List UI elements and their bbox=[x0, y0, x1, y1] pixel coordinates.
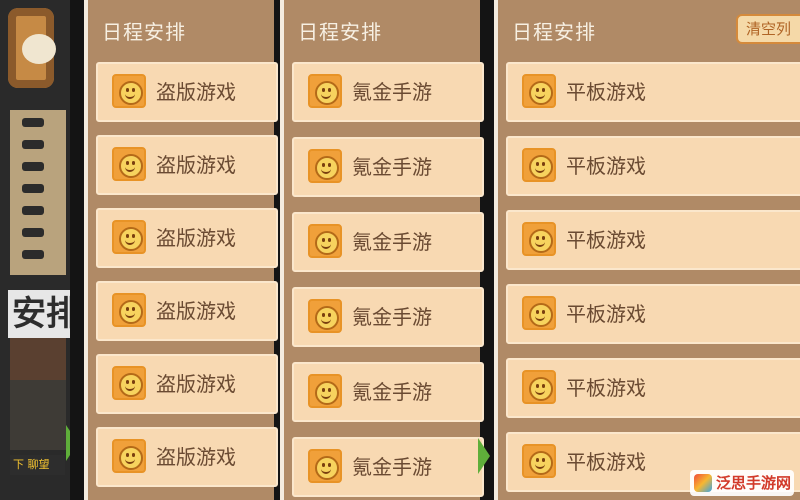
smiley-face-icon bbox=[308, 299, 342, 333]
schedule-entry[interactable]: 盗版游戏 bbox=[96, 135, 278, 195]
schedule-entry[interactable]: 平板游戏 bbox=[506, 210, 800, 270]
smiley-face-icon bbox=[112, 220, 146, 254]
entry-label: 平板游戏 bbox=[566, 80, 646, 104]
schedule-entry[interactable]: 氪金手游 bbox=[292, 137, 484, 197]
entry-label: 氪金手游 bbox=[352, 80, 432, 104]
smiley-face-icon bbox=[522, 222, 556, 256]
entry-label: 盗版游戏 bbox=[156, 372, 236, 396]
panel-title: 日程安排 bbox=[298, 20, 382, 44]
entry-label: 平板游戏 bbox=[566, 228, 646, 252]
site-watermark: 泛思手游网 bbox=[690, 470, 794, 496]
schedule-entry[interactable]: 氪金手游 bbox=[292, 62, 484, 122]
watermark-text: 泛思手游网 bbox=[716, 474, 792, 492]
smiley-face-icon bbox=[112, 366, 146, 400]
panel-title: 日程安排 bbox=[102, 20, 186, 44]
smiley-face-icon bbox=[522, 444, 556, 478]
smiley-face-icon bbox=[522, 74, 556, 108]
schedule-entry[interactable]: 平板游戏 bbox=[506, 62, 800, 122]
schedule-panel-2: 日程安排 氪金手游 氪金手游 氪金手游 氪金手游 氪金手游 氪金手游 bbox=[280, 0, 484, 500]
schedule-entry[interactable]: 平板游戏 bbox=[506, 358, 800, 418]
green-arrow-icon[interactable] bbox=[66, 425, 70, 461]
entry-label: 平板游戏 bbox=[566, 154, 646, 178]
schedule-entry[interactable]: 盗版游戏 bbox=[96, 208, 278, 268]
left-game-scene: 安排 下 聊望 bbox=[0, 0, 70, 500]
entry-label: 平板游戏 bbox=[566, 450, 646, 474]
entry-label: 盗版游戏 bbox=[156, 299, 236, 323]
entry-label: 氪金手游 bbox=[352, 380, 432, 404]
green-arrow-icon[interactable] bbox=[478, 438, 490, 474]
stone-texture bbox=[10, 380, 66, 450]
schedule-entry[interactable]: 盗版游戏 bbox=[96, 281, 278, 341]
entry-label: 氪金手游 bbox=[352, 455, 432, 479]
stats-board bbox=[10, 110, 66, 275]
entry-label: 氪金手游 bbox=[352, 230, 432, 254]
smiley-face-icon bbox=[308, 374, 342, 408]
schedule-entry[interactable]: 平板游戏 bbox=[506, 136, 800, 196]
smiley-face-icon bbox=[308, 149, 342, 183]
entry-label: 氪金手游 bbox=[352, 305, 432, 329]
game-badge: 下 聊望 bbox=[10, 455, 65, 475]
schedule-entry[interactable]: 盗版游戏 bbox=[96, 354, 278, 414]
smiley-face-icon bbox=[308, 224, 342, 258]
smiley-face-icon bbox=[522, 296, 556, 330]
schedule-entry[interactable]: 平板游戏 bbox=[506, 284, 800, 344]
schedule-entry[interactable]: 氪金手游 bbox=[292, 437, 484, 497]
entry-label: 盗版游戏 bbox=[156, 80, 236, 104]
entry-label: 盗版游戏 bbox=[156, 445, 236, 469]
schedule-sign: 安排 bbox=[8, 290, 70, 338]
smiley-face-icon bbox=[112, 74, 146, 108]
entry-label: 盗版游戏 bbox=[156, 153, 236, 177]
smiley-face-icon bbox=[308, 74, 342, 108]
schedule-entry[interactable]: 氪金手游 bbox=[292, 287, 484, 347]
smiley-face-icon bbox=[522, 148, 556, 182]
smiley-face-icon bbox=[308, 449, 342, 483]
entry-label: 平板游戏 bbox=[566, 302, 646, 326]
schedule-panel-1: 日程安排 盗版游戏 盗版游戏 盗版游戏 盗版游戏 盗版游戏 盗版游戏 bbox=[84, 0, 278, 500]
entry-label: 平板游戏 bbox=[566, 376, 646, 400]
schedule-entry[interactable]: 盗版游戏 bbox=[96, 427, 278, 487]
entry-label: 盗版游戏 bbox=[156, 226, 236, 250]
smiley-face-icon bbox=[522, 370, 556, 404]
schedule-entry[interactable]: 氪金手游 bbox=[292, 362, 484, 422]
panel-title: 日程安排 bbox=[512, 20, 596, 44]
schedule-entry[interactable]: 盗版游戏 bbox=[96, 62, 278, 122]
food-bowl-image bbox=[8, 8, 56, 88]
smiley-face-icon bbox=[112, 439, 146, 473]
schedule-entry[interactable]: 氪金手游 bbox=[292, 212, 484, 272]
smiley-face-icon bbox=[112, 147, 146, 181]
entry-label: 氪金手游 bbox=[352, 155, 432, 179]
clear-list-button[interactable]: 清空列 bbox=[736, 14, 800, 44]
site-logo-icon bbox=[694, 474, 712, 492]
smiley-face-icon bbox=[112, 293, 146, 327]
schedule-panel-3: 日程安排 清空列 平板游戏 平板游戏 平板游戏 平板游戏 平板游戏 平板游戏 bbox=[494, 0, 800, 500]
